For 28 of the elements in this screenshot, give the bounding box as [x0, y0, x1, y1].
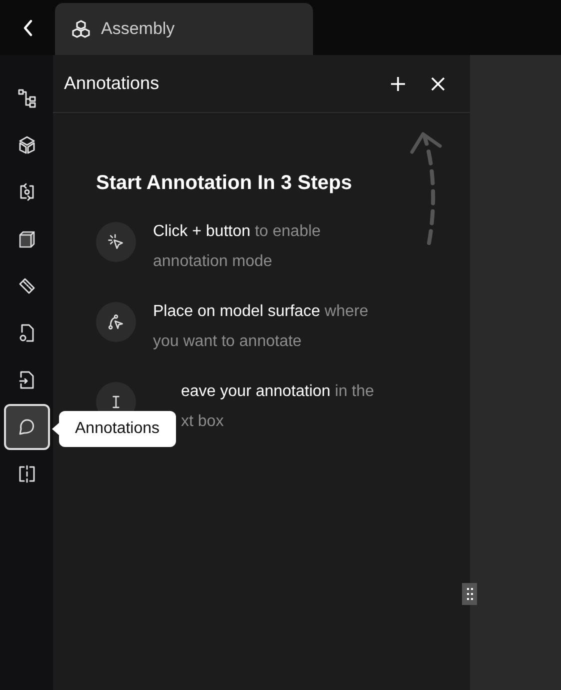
- step-text: xt box: [181, 412, 225, 432]
- comment-icon: [16, 417, 36, 437]
- cursor-click-icon: [107, 233, 125, 251]
- document-tab[interactable]: Assembly: [55, 3, 313, 55]
- cubes-icon: [71, 19, 91, 39]
- resize-handle[interactable]: [462, 583, 477, 605]
- file-import-icon: [16, 370, 36, 390]
- split-icon: [16, 464, 36, 484]
- solid-cube-icon: [16, 229, 36, 249]
- step-text: eave your annotation in the: [181, 382, 374, 402]
- step-text: Click + button to enable: [153, 222, 321, 242]
- tree-icon: [16, 88, 36, 108]
- step-text: Place on model surface where: [153, 302, 368, 322]
- tooltip-pointer: [52, 422, 60, 436]
- tab-title: Assembly: [101, 18, 175, 40]
- panel-title: Annotations: [64, 72, 160, 95]
- step-text: you want to annotate: [153, 332, 303, 352]
- curve-cursor-icon: [107, 313, 125, 331]
- close-icon: [431, 76, 445, 90]
- tooltip: Annotations: [59, 411, 176, 447]
- step-text: annotation mode: [153, 252, 274, 272]
- ruler-icon: [16, 276, 36, 296]
- grip-icon: [466, 588, 472, 600]
- back-icon: [22, 18, 34, 36]
- steps-heading: Start Annotation In 3 Steps: [96, 171, 353, 196]
- cube-icon: [16, 135, 36, 155]
- sidebar-button[interactable]: [4, 404, 50, 450]
- plus-icon: [390, 76, 406, 92]
